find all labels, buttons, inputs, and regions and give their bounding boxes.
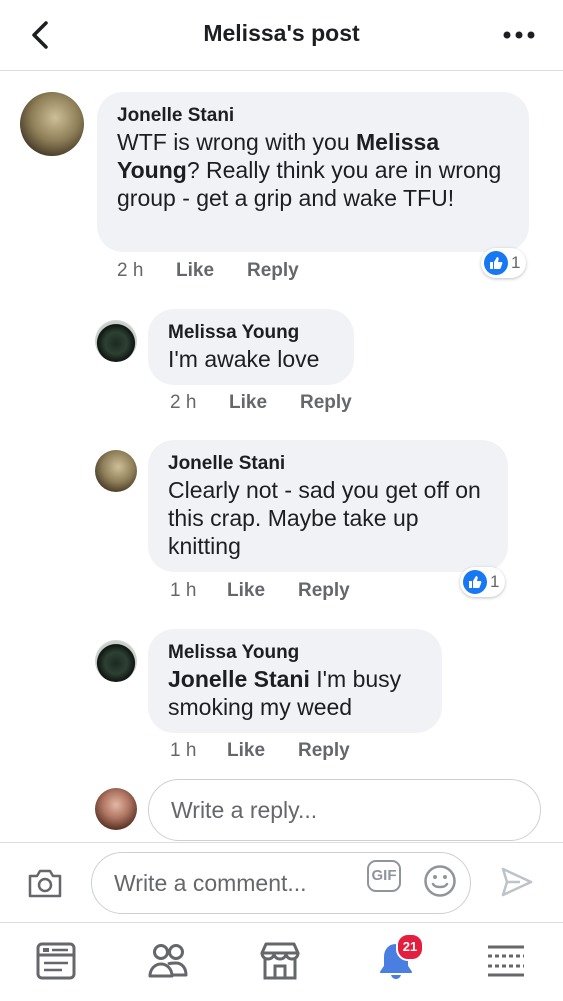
comment-author[interactable]: Jonelle Stani	[117, 104, 509, 128]
menu-icon	[488, 945, 524, 977]
reply-input[interactable]: Write a reply...	[148, 779, 541, 841]
more-options-button[interactable]	[501, 26, 537, 44]
nav-notifications[interactable]: 21	[374, 933, 424, 983]
reply-bubble[interactable]: Jonelle Stani Clearly not - sad you get …	[148, 440, 508, 572]
camera-button[interactable]	[26, 867, 64, 901]
notification-badge: 21	[396, 933, 424, 961]
comment-text: WTF is wrong with you Melissa Young? Rea…	[117, 129, 502, 211]
avatar[interactable]	[95, 640, 137, 682]
reply-text: I'm awake love	[168, 346, 320, 372]
like-button[interactable]: Like	[227, 580, 265, 602]
avatar[interactable]	[95, 450, 137, 492]
reaction-count[interactable]: 1	[481, 248, 527, 278]
nav-news-feed[interactable]	[34, 939, 78, 983]
send-button[interactable]	[500, 866, 534, 898]
reaction-count[interactable]: 1	[460, 567, 506, 597]
thumbs-up-icon	[484, 251, 508, 275]
nav-marketplace[interactable]	[258, 939, 302, 983]
reply-author[interactable]: Melissa Young	[168, 321, 334, 345]
avatar[interactable]	[95, 320, 137, 362]
reply-button[interactable]: Reply	[298, 580, 350, 602]
like-button[interactable]: Like	[176, 260, 214, 282]
camera-icon	[28, 869, 62, 898]
smiley-icon	[424, 865, 456, 897]
like-button[interactable]: Like	[229, 392, 267, 414]
reply-bubble[interactable]: Melissa Young Jonelle Stani I'm busy smo…	[148, 629, 442, 733]
reply-button[interactable]: Reply	[300, 392, 352, 414]
nav-groups[interactable]	[146, 939, 190, 983]
top-bar: Melissa's post	[0, 0, 563, 71]
send-icon	[501, 867, 533, 897]
like-button[interactable]: Like	[227, 740, 265, 762]
bottom-nav: 21	[0, 922, 563, 1001]
emoji-button[interactable]	[423, 864, 457, 898]
mention-link[interactable]: Jonelle Stani	[168, 666, 310, 692]
timestamp: 1 h	[170, 740, 197, 761]
reply-text: Clearly not - sad you get off on this cr…	[168, 477, 481, 559]
more-horizontal-icon	[503, 31, 535, 39]
gif-button[interactable]: GIF	[367, 860, 401, 892]
groups-icon	[148, 944, 188, 978]
thumbs-up-icon	[463, 570, 487, 594]
comment-composer: Write a comment...	[0, 842, 563, 923]
timestamp: 2 h	[117, 260, 144, 281]
avatar[interactable]	[20, 92, 84, 156]
comment-input[interactable]: Write a comment...	[91, 852, 471, 914]
comment-bubble[interactable]: Jonelle Stani WTF is wrong with you Meli…	[97, 92, 529, 252]
reply-bubble[interactable]: Melissa Young I'm awake love	[148, 309, 354, 385]
reply-text: Jonelle Stani I'm busy smoking my weed	[168, 666, 402, 720]
reply-author[interactable]: Melissa Young	[168, 641, 422, 665]
timestamp: 1 h	[170, 580, 197, 601]
nav-menu[interactable]	[484, 939, 528, 983]
reply-button[interactable]: Reply	[247, 260, 299, 282]
news-feed-icon	[36, 942, 76, 980]
user-avatar	[95, 788, 137, 830]
reply-author[interactable]: Jonelle Stani	[168, 452, 488, 476]
marketplace-icon	[260, 942, 300, 980]
page-title: Melissa's post	[203, 20, 360, 46]
timestamp: 2 h	[170, 392, 197, 413]
reply-button[interactable]: Reply	[298, 740, 350, 762]
